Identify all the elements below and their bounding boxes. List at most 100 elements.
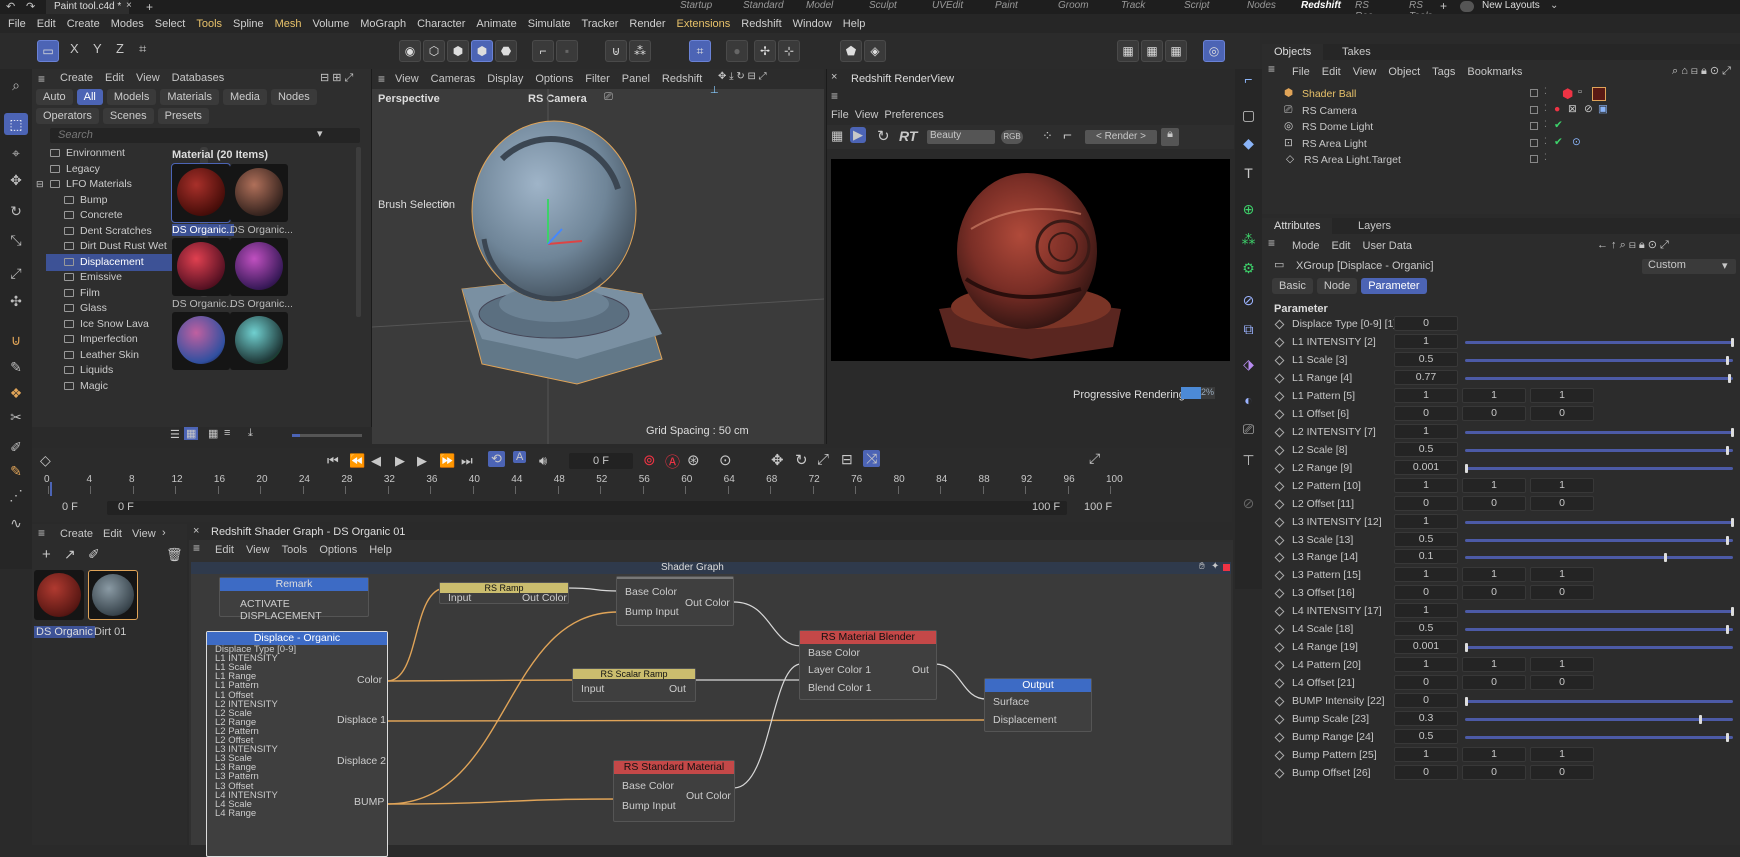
target-tag-icon[interactable]: ⊙: [1572, 136, 1581, 148]
live-selection-icon[interactable]: ▭: [37, 40, 59, 62]
playhead[interactable]: [50, 482, 52, 496]
animate-keyframe-icon[interactable]: [1274, 319, 1285, 330]
canvas-close-icon[interactable]: [1223, 564, 1230, 571]
field-icon[interactable]: ⬗: [1238, 354, 1259, 375]
filter-auto[interactable]: Auto: [36, 89, 73, 105]
animate-keyframe-icon[interactable]: [1274, 373, 1285, 384]
grid-snap-icon[interactable]: ⌗: [689, 40, 711, 62]
check-icon[interactable]: ●: [1554, 103, 1560, 115]
render-active-icon[interactable]: ▦: [1141, 40, 1163, 62]
rs-standard-material-node[interactable]: RS Standard Material Base Color Bump Inp…: [613, 760, 735, 822]
object-menu-object[interactable]: Object: [1388, 66, 1420, 78]
render-view-icon[interactable]: ▦: [1117, 40, 1139, 62]
param-value-field[interactable]: 1: [1394, 567, 1458, 583]
filter-all[interactable]: All: [76, 89, 103, 105]
param-value-field[interactable]: 0.001: [1394, 639, 1458, 655]
filter-materials[interactable]: Materials: [160, 89, 219, 105]
render-image[interactable]: [831, 159, 1230, 361]
param-value-y-field[interactable]: 1: [1462, 567, 1526, 583]
tag-icon[interactable]: ▫: [1578, 86, 1582, 98]
tag-icon[interactable]: ⊘: [1584, 103, 1593, 115]
object-row-rs-area-light[interactable]: ⊡ RS Area Light ⁚ ✔ ⊙: [1272, 136, 1740, 153]
paint-brush-icon[interactable]: ✎: [4, 460, 28, 482]
animate-keyframe-icon[interactable]: [1274, 624, 1285, 635]
animate-keyframe-icon[interactable]: [1274, 714, 1285, 725]
render-dots[interactable]: ⁚: [1544, 103, 1547, 114]
object-menu-tags[interactable]: Tags: [1432, 66, 1455, 78]
generator-icon[interactable]: ⊕: [1238, 199, 1259, 220]
param-value-field[interactable]: 0.001: [1394, 459, 1458, 475]
param-slider[interactable]: [1465, 625, 1733, 635]
next-key-icon[interactable]: ⏩: [439, 453, 455, 469]
light-icon[interactable]: ◐: [1238, 390, 1259, 411]
animate-keyframe-icon[interactable]: [1274, 535, 1285, 545]
visibility-toggle[interactable]: [1530, 122, 1538, 130]
menu-animate[interactable]: Animate: [476, 18, 516, 30]
param-value-field[interactable]: 1: [1394, 387, 1458, 403]
animate-keyframe-icon[interactable]: [1274, 445, 1285, 456]
slider-handle[interactable]: [1726, 535, 1729, 545]
param-slider[interactable]: [1465, 607, 1734, 617]
asset-menu-edit[interactable]: Edit: [105, 72, 124, 84]
shader-menu-help[interactable]: Help: [369, 544, 392, 556]
axis-x-button[interactable]: X: [70, 41, 79, 56]
grid-scrollbar[interactable]: [356, 147, 361, 317]
check-icon[interactable]: ✔: [1554, 136, 1563, 148]
uv-mode-icon[interactable]: ⬣: [495, 40, 517, 62]
shader-graph-canvas[interactable]: Shader Graph ✋︎ ✦ Remark ACTIVATE DISPLA…: [191, 561, 1231, 857]
bump-base-color-input[interactable]: Base Color: [625, 586, 677, 598]
move-icon[interactable]: ✥: [4, 169, 28, 191]
asset-thumb-5[interactable]: [172, 312, 230, 370]
end-frame[interactable]: 100 F: [1084, 501, 1112, 513]
menu-extensions[interactable]: Extensions: [676, 18, 730, 30]
menu-redshift[interactable]: Redshift: [741, 18, 781, 30]
render-region-icon[interactable]: ✢: [754, 40, 776, 62]
material-label-2[interactable]: Dirt 01: [94, 626, 126, 638]
output-surface[interactable]: Surface: [993, 696, 1029, 708]
animate-keyframe-icon[interactable]: [1274, 391, 1285, 402]
rs-ramp-input[interactable]: Input: [448, 592, 471, 604]
param-value-field[interactable]: 0: [1394, 693, 1458, 709]
object-mode-icon[interactable]: ⬡: [423, 40, 445, 62]
animate-keyframe-icon[interactable]: [1274, 588, 1285, 599]
soft-select-icon[interactable]: ⁂: [629, 40, 651, 62]
animate-keyframe-icon[interactable]: [1274, 678, 1285, 689]
slider-handle[interactable]: [1728, 373, 1731, 383]
param-value-z-field[interactable]: 1: [1530, 387, 1594, 403]
param-value-field[interactable]: 0.5: [1394, 621, 1458, 637]
layout-tab-redshift[interactable]: Redshift: [1301, 0, 1341, 11]
param-value-field[interactable]: 0: [1394, 495, 1458, 511]
standard-base-color[interactable]: Base Color: [622, 780, 674, 792]
floor-icon[interactable]: ⊤: [1238, 450, 1259, 471]
viewport-menu-panel[interactable]: Panel: [622, 73, 650, 85]
spline-pen-icon[interactable]: ⌐: [1238, 69, 1259, 90]
menu-character[interactable]: Character: [417, 18, 465, 30]
menu-window[interactable]: Window: [793, 18, 832, 30]
render-dots[interactable]: ⁚: [1544, 152, 1547, 163]
layout-tab-sculpt[interactable]: Sculpt: [869, 0, 897, 11]
rs-scalar-ramp-node[interactable]: RS Scalar Ramp Input Out: [572, 668, 696, 702]
object-toolbar-icons[interactable]: ⌕ ⌂ ⊟ 🔒︎ ⊙ ⤢: [1672, 64, 1731, 78]
pen-icon[interactable]: ✎: [4, 356, 28, 378]
material-thumb-1[interactable]: [34, 570, 84, 620]
range-slider[interactable]: [107, 501, 1067, 515]
object-menu-file[interactable]: File: [1292, 66, 1310, 78]
effector-icon[interactable]: ⧉: [1238, 319, 1259, 340]
rs-ramp-output[interactable]: Out Color: [522, 592, 567, 604]
text-icon[interactable]: T: [1238, 163, 1259, 184]
autokey-icon[interactable]: Ⓐ: [665, 451, 680, 472]
menu-edit[interactable]: Edit: [37, 18, 56, 30]
grid-icon[interactable]: ⁘: [1042, 128, 1053, 144]
material-tag-icon[interactable]: [1592, 87, 1606, 101]
timeline-expand-icon[interactable]: ⤢: [1089, 450, 1100, 467]
param-slider[interactable]: [1465, 373, 1733, 383]
filter-media[interactable]: Media: [222, 89, 267, 105]
displace-organic-node[interactable]: Displace - Organic Displace Type [0-9] L1…: [206, 631, 388, 857]
param-value-field[interactable]: 1: [1394, 603, 1458, 619]
animate-keyframe-icon[interactable]: [1274, 642, 1285, 653]
slider-handle[interactable]: [1731, 517, 1734, 527]
hamburger-icon[interactable]: ≡: [378, 72, 385, 86]
timeline-ruler[interactable]: 0 4 8 12 16 20 24 28 32 36 40 44 48 52 56 60 64 68 72 76 80 8…: [44, 474, 1123, 494]
crop-icon[interactable]: ⌐: [1063, 127, 1072, 144]
dropdown-arrow-icon[interactable]: ▾: [317, 127, 323, 140]
